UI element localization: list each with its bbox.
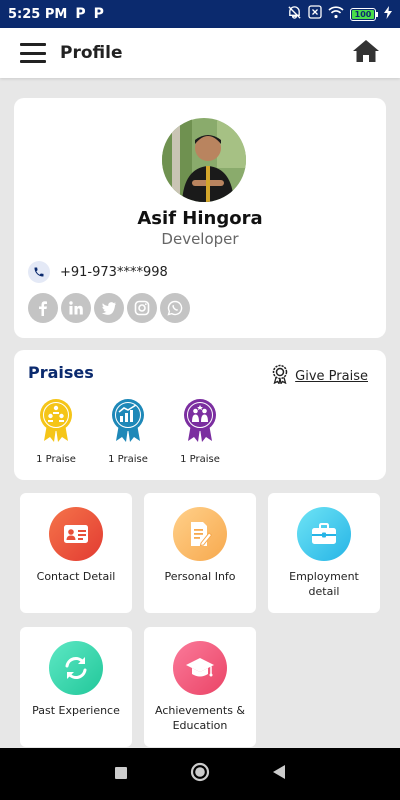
hamburger-menu-icon[interactable] [20, 43, 46, 63]
past-experience-label: Past Experience [32, 704, 120, 717]
praise-badge-teamwork[interactable]: 1 Praise [26, 398, 86, 465]
battery-indicator: 100 [350, 7, 378, 21]
teamwork-badge-icon [40, 399, 72, 442]
profile-role: Developer [161, 230, 239, 248]
personal-info-label: Personal Info [164, 570, 236, 583]
achievements-education-tile[interactable]: Achievements & Education [144, 627, 256, 747]
praise-count: 1 Praise [108, 454, 148, 465]
praise-count: 1 Praise [180, 454, 220, 465]
briefcase-icon [297, 507, 351, 561]
past-experience-tile[interactable]: Past Experience [20, 627, 132, 747]
app-bar: Profile [0, 28, 400, 78]
back-icon[interactable] [272, 764, 286, 784]
praise-badge-recognition[interactable]: 1 Praise [170, 398, 230, 465]
linkedin-icon[interactable] [61, 293, 91, 323]
award-icon [271, 364, 289, 388]
alarm-off-icon [287, 5, 302, 24]
status-bar: 5:25 PM P P 100 [0, 0, 400, 28]
contact-detail-tile[interactable]: Contact Detail [20, 493, 132, 613]
profile-card: Asif Hingora Developer +91-973****998 [14, 98, 386, 338]
charging-icon [384, 5, 392, 23]
praises-title: Praises [28, 363, 94, 382]
employment-detail-label: Employment detail [289, 570, 359, 598]
battery-level: 100 [352, 9, 374, 19]
achievements-education-label: Achievements & Education [154, 704, 246, 732]
home-nav-icon[interactable] [190, 762, 210, 786]
phone-icon [28, 261, 50, 283]
growth-badge-icon [112, 399, 144, 442]
instagram-icon[interactable] [127, 293, 157, 323]
wifi-icon [328, 5, 344, 23]
praise-badge-growth[interactable]: 1 Praise [98, 398, 158, 465]
recognition-badge-icon [184, 399, 216, 442]
system-nav-bar [0, 748, 400, 800]
praises-card: Praises Give Praise 1 Praise 1 Praise 1 … [14, 350, 386, 480]
p-notification-icon: P [75, 6, 86, 22]
p-notification-icon-2: P [93, 6, 104, 22]
employment-detail-tile[interactable]: Employment detail [268, 493, 380, 613]
page-title: Profile [60, 43, 123, 63]
facebook-icon[interactable] [28, 293, 58, 323]
give-praise-label: Give Praise [295, 368, 368, 384]
give-praise-button[interactable]: Give Praise [271, 364, 368, 388]
avatar[interactable] [162, 118, 246, 202]
refresh-icon [49, 641, 103, 695]
whatsapp-icon[interactable] [160, 293, 190, 323]
contact-card-icon [49, 507, 103, 561]
phone-number: +91-973****998 [60, 264, 168, 280]
document-edit-icon [173, 507, 227, 561]
personal-info-tile[interactable]: Personal Info [144, 493, 256, 613]
recents-icon[interactable] [114, 765, 128, 784]
phone-row[interactable]: +91-973****998 [28, 261, 168, 283]
profile-name: Asif Hingora [137, 208, 263, 229]
status-time: 5:25 PM [8, 6, 68, 22]
twitter-icon[interactable] [94, 293, 124, 323]
contact-detail-label: Contact Detail [36, 570, 116, 583]
praise-count: 1 Praise [36, 454, 76, 465]
social-links [28, 293, 190, 323]
sim-close-icon [308, 5, 322, 23]
home-icon[interactable] [352, 38, 380, 68]
graduation-cap-icon [173, 641, 227, 695]
